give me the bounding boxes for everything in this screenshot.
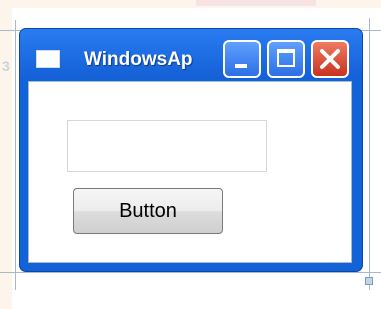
designer-canvas-margin — [0, 0, 12, 309]
close-button[interactable] — [311, 40, 349, 78]
guide-line-bottom — [0, 272, 381, 273]
action-button[interactable]: Button — [73, 188, 223, 234]
designer-tab-strip — [196, 0, 316, 6]
client-area: Button — [28, 81, 352, 263]
guide-line-right — [369, 18, 370, 290]
window-icon — [36, 50, 60, 68]
app-window: WindowsAp Button — [19, 28, 363, 272]
title-bar[interactable]: WindowsAp — [20, 29, 362, 79]
window-title: WindowsAp — [84, 49, 193, 70]
maximize-button[interactable] — [267, 40, 305, 78]
minimize-button[interactable] — [223, 40, 261, 78]
designer-canvas-top — [0, 0, 381, 8]
resize-handle[interactable] — [365, 277, 373, 285]
text-input[interactable] — [67, 120, 267, 172]
close-icon — [320, 49, 340, 69]
guide-line-left — [15, 20, 16, 290]
designer-side-marker: 3 — [2, 58, 10, 74]
